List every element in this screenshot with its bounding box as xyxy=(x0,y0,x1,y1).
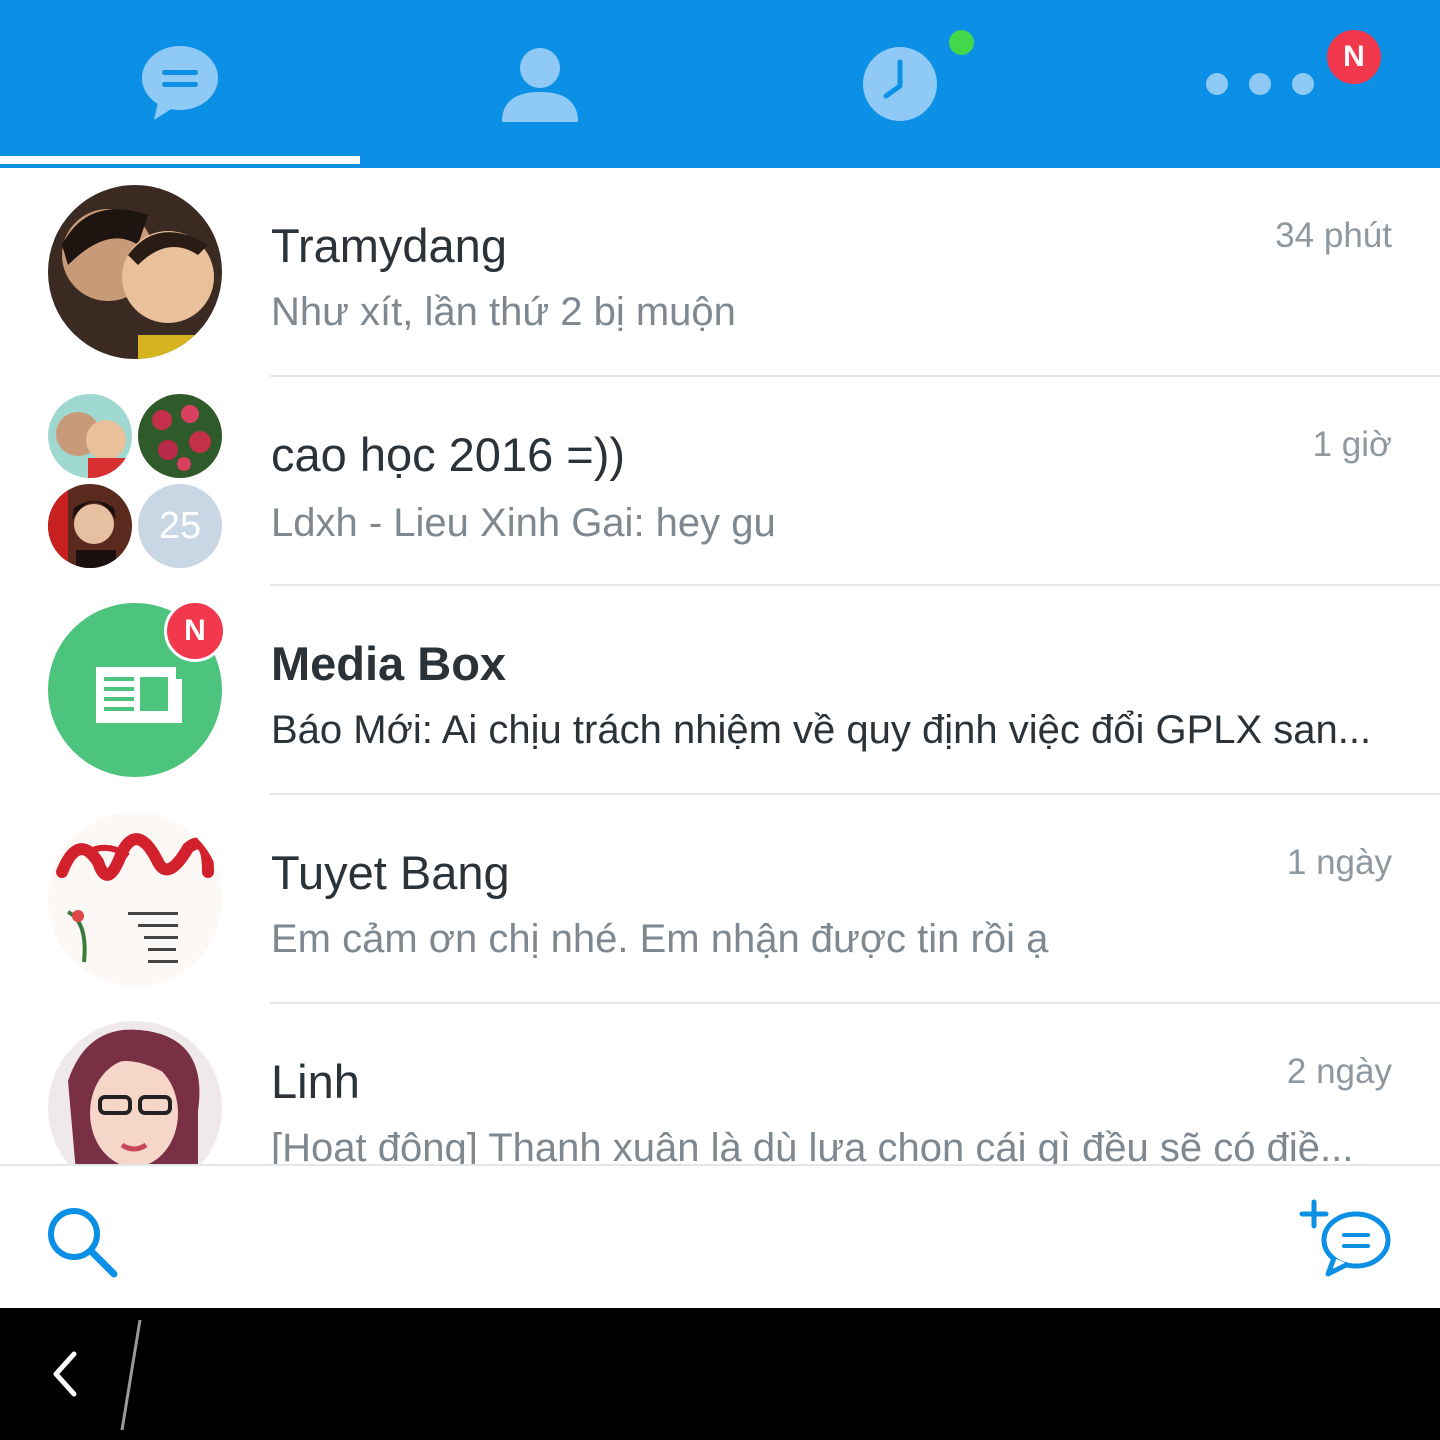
search-icon xyxy=(48,1208,118,1278)
chat-bubble-icon xyxy=(142,46,218,120)
conversation-preview: [Hoat đông] Thanh xuân là dù lưa chon cá… xyxy=(271,1126,1354,1164)
conversation-row[interactable]: Linh [Hoat đông] Thanh xuân là dù lưa ch… xyxy=(0,1004,1440,1164)
conversation-time: 1 giờ xyxy=(1312,425,1392,464)
back-button[interactable] xyxy=(40,1346,96,1402)
bottom-action-bar xyxy=(0,1164,1440,1308)
tab-more[interactable] xyxy=(1080,0,1440,168)
clock-icon xyxy=(863,47,937,121)
avatar xyxy=(48,185,222,359)
conversation-list[interactable]: Tramydang Như xít, lần thứ 2 bị muộn 34 … xyxy=(0,168,1440,1164)
new-chat-icon xyxy=(1299,1199,1391,1277)
conversation-name: Linh xyxy=(271,1055,360,1108)
system-navigation-bar xyxy=(0,1308,1440,1440)
more-dots-icon xyxy=(1206,73,1314,95)
unread-badge: N xyxy=(164,600,226,662)
conversation-time: 34 phút xyxy=(1275,216,1392,255)
search-button[interactable] xyxy=(44,1204,120,1280)
active-tab-indicator xyxy=(0,156,360,164)
back-chevron-icon xyxy=(53,1351,77,1397)
gesture-divider xyxy=(120,1319,142,1431)
tab-messages[interactable] xyxy=(0,0,360,168)
conversation-name: Tramydang xyxy=(271,219,507,272)
conversation-row[interactable]: Tramydang Như xít, lần thứ 2 bị muộn 34 … xyxy=(0,168,1440,377)
avatar xyxy=(48,1021,222,1164)
conversation-preview: Ldxh - Lieu Xinh Gai: hey gu xyxy=(271,501,776,545)
group-member-count: 25 xyxy=(138,484,222,568)
contacts-icon xyxy=(502,48,578,122)
group-member-avatar xyxy=(138,394,222,478)
conversation-row[interactable]: N Media Box Báo Mới: Ai chịu trách nhiệm… xyxy=(0,586,1440,795)
conversation-preview: Báo Mới: Ai chịu trách nhiệm về quy định… xyxy=(271,708,1372,752)
new-chat-button[interactable] xyxy=(1298,1196,1394,1280)
tab-recent[interactable] xyxy=(720,0,1080,168)
conversation-time: 2 ngày xyxy=(1286,1052,1392,1091)
conversation-preview: Em cảm ơn chị nhé. Em nhận được tin rồi … xyxy=(271,917,1049,961)
conversation-preview: Như xít, lần thứ 2 bị muộn xyxy=(271,290,736,334)
conversation-name: Tuyet Bang xyxy=(271,846,510,899)
conversation-time: 1 ngày xyxy=(1286,843,1392,882)
tab-contacts[interactable] xyxy=(360,0,720,168)
conversation-row[interactable]: 25 cao học 2016 =)) Ldxh - Lieu Xinh Gai… xyxy=(0,377,1440,586)
more-notification-badge: N xyxy=(1327,30,1381,84)
top-tab-bar: N xyxy=(0,0,1440,168)
conversation-name: cao học 2016 =)) xyxy=(271,428,626,481)
online-status-dot xyxy=(949,30,974,55)
group-member-avatar xyxy=(48,484,132,568)
conversation-row[interactable]: Tuyet Bang Em cảm ơn chị nhé. Em nhận đư… xyxy=(0,795,1440,1004)
conversation-name: Media Box xyxy=(271,637,507,690)
avatar xyxy=(48,812,222,986)
group-member-avatar xyxy=(48,394,132,478)
